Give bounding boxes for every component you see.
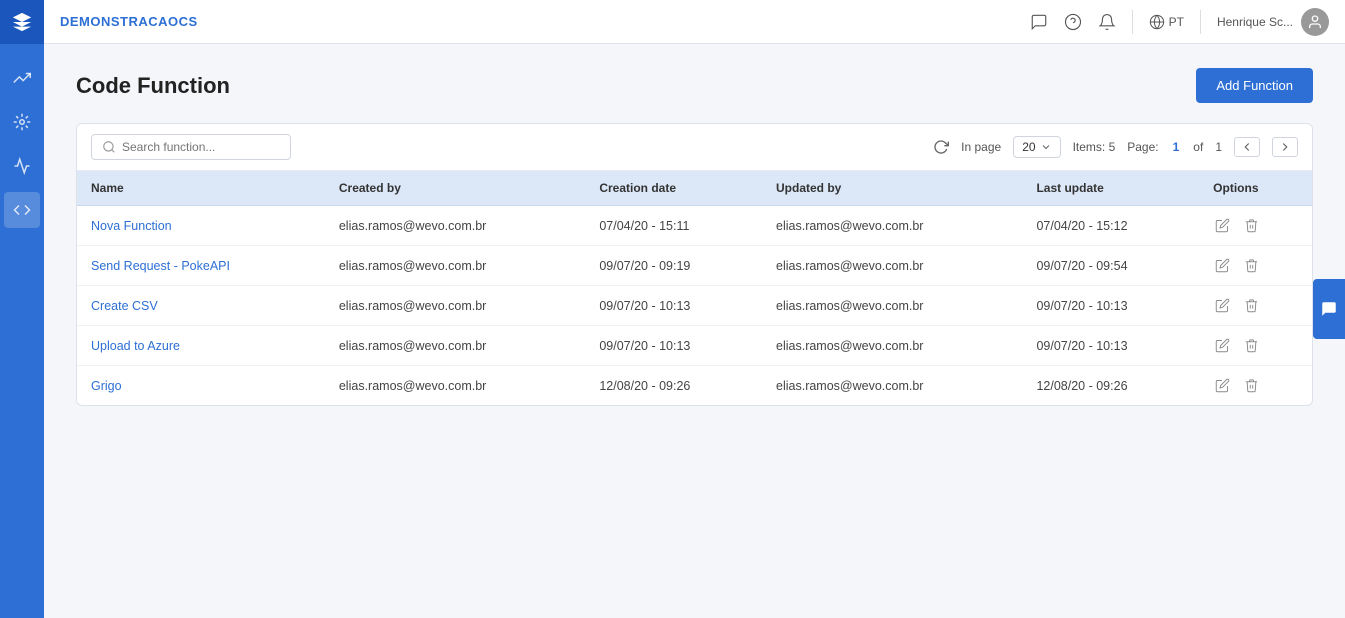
brand-link[interactable]: DEMONSTRACAOCS: [60, 14, 198, 29]
row-options: [1199, 326, 1312, 366]
delete-button[interactable]: [1242, 256, 1261, 275]
edit-button[interactable]: [1213, 296, 1232, 315]
table-row: Send Request - PokeAPI elias.ramos@wevo.…: [77, 246, 1312, 286]
row-last-update: 09/07/20 - 10:13: [1022, 286, 1199, 326]
current-page: 1: [1173, 140, 1180, 154]
row-options: [1199, 286, 1312, 326]
logo-button[interactable]: [0, 0, 44, 44]
search-input[interactable]: [122, 140, 280, 154]
edit-button[interactable]: [1213, 256, 1232, 275]
table-row: Grigo elias.ramos@wevo.com.br 12/08/20 -…: [77, 366, 1312, 406]
delete-button[interactable]: [1242, 296, 1261, 315]
edit-button[interactable]: [1213, 376, 1232, 395]
sidebar: [0, 0, 44, 618]
row-created-by: elias.ramos@wevo.com.br: [325, 326, 585, 366]
page-title: Code Function: [76, 73, 230, 99]
user-menu[interactable]: Henrique Sc...: [1217, 8, 1329, 36]
sidebar-item-routes[interactable]: [4, 148, 40, 184]
chat-widget[interactable]: [1313, 279, 1345, 339]
row-name[interactable]: Grigo: [77, 366, 325, 406]
col-options: Options: [1199, 171, 1312, 206]
divider: [1132, 10, 1133, 34]
per-page-selector[interactable]: 20: [1013, 136, 1060, 158]
language-selector[interactable]: PT: [1149, 14, 1184, 30]
table-row: Create CSV elias.ramos@wevo.com.br 09/07…: [77, 286, 1312, 326]
row-updated-by: elias.ramos@wevo.com.br: [762, 286, 1022, 326]
add-function-button[interactable]: Add Function: [1196, 68, 1313, 103]
row-name[interactable]: Send Request - PokeAPI: [77, 246, 325, 286]
row-last-update: 07/04/20 - 15:12: [1022, 206, 1199, 246]
row-creation-date: 09/07/20 - 10:13: [585, 326, 762, 366]
edit-button[interactable]: [1213, 216, 1232, 235]
prev-page-button[interactable]: [1234, 137, 1260, 157]
in-page-label: In page: [961, 140, 1001, 154]
total-pages: 1: [1215, 140, 1222, 154]
row-creation-date: 09/07/20 - 09:19: [585, 246, 762, 286]
delete-button[interactable]: [1242, 376, 1261, 395]
user-name: Henrique Sc...: [1217, 15, 1293, 29]
row-creation-date: 09/07/20 - 10:13: [585, 286, 762, 326]
main-content: DEMONSTRACAOCS PT Henrique Sc...: [44, 0, 1345, 618]
page-body: Code Function Add Function In page 20: [44, 44, 1345, 618]
delete-button[interactable]: [1242, 336, 1261, 355]
row-creation-date: 12/08/20 - 09:26: [585, 366, 762, 406]
row-created-by: elias.ramos@wevo.com.br: [325, 206, 585, 246]
row-name[interactable]: Create CSV: [77, 286, 325, 326]
row-name[interactable]: Nova Function: [77, 206, 325, 246]
row-created-by: elias.ramos@wevo.com.br: [325, 246, 585, 286]
notification-icon[interactable]: [1098, 13, 1116, 31]
table-row: Nova Function elias.ramos@wevo.com.br 07…: [77, 206, 1312, 246]
lang-label: PT: [1169, 15, 1184, 29]
page-of: of: [1193, 140, 1203, 154]
page-label: Page:: [1127, 140, 1158, 154]
row-updated-by: elias.ramos@wevo.com.br: [762, 246, 1022, 286]
topnav-icons: PT Henrique Sc...: [1030, 8, 1329, 36]
refresh-button[interactable]: [933, 139, 949, 155]
items-count: Items: 5: [1073, 140, 1116, 154]
col-creation-date: Creation date: [585, 171, 762, 206]
help-icon[interactable]: [1064, 13, 1082, 31]
col-created-by: Created by: [325, 171, 585, 206]
sidebar-item-code[interactable]: [4, 192, 40, 228]
next-page-button[interactable]: [1272, 137, 1298, 157]
topnav: DEMONSTRACAOCS PT Henrique Sc...: [44, 0, 1345, 44]
search-icon: [102, 140, 116, 154]
row-options: [1199, 246, 1312, 286]
table-row: Upload to Azure elias.ramos@wevo.com.br …: [77, 326, 1312, 366]
sidebar-nav: [4, 44, 40, 228]
edit-button[interactable]: [1213, 336, 1232, 355]
table-header-row: Name Created by Creation date Updated by…: [77, 171, 1312, 206]
row-created-by: elias.ramos@wevo.com.br: [325, 366, 585, 406]
row-name[interactable]: Upload to Azure: [77, 326, 325, 366]
row-updated-by: elias.ramos@wevo.com.br: [762, 326, 1022, 366]
delete-button[interactable]: [1242, 216, 1261, 235]
sidebar-item-analytics[interactable]: [4, 104, 40, 140]
col-last-update: Last update: [1022, 171, 1199, 206]
chat-icon[interactable]: [1030, 13, 1048, 31]
avatar: [1301, 8, 1329, 36]
col-updated-by: Updated by: [762, 171, 1022, 206]
functions-table: Name Created by Creation date Updated by…: [77, 171, 1312, 405]
row-last-update: 09/07/20 - 10:13: [1022, 326, 1199, 366]
row-updated-by: elias.ramos@wevo.com.br: [762, 366, 1022, 406]
search-box[interactable]: [91, 134, 291, 160]
table-container: In page 20 Items: 5 Page: 1 of 1: [76, 123, 1313, 406]
chevron-down-icon: [1040, 141, 1052, 153]
toolbar-right: In page 20 Items: 5 Page: 1 of 1: [933, 136, 1298, 158]
row-creation-date: 07/04/20 - 15:11: [585, 206, 762, 246]
row-options: [1199, 366, 1312, 406]
page-header: Code Function Add Function: [76, 68, 1313, 103]
row-last-update: 09/07/20 - 09:54: [1022, 246, 1199, 286]
per-page-value: 20: [1022, 140, 1035, 154]
row-created-by: elias.ramos@wevo.com.br: [325, 286, 585, 326]
sidebar-item-dashboard[interactable]: [4, 60, 40, 96]
table-toolbar: In page 20 Items: 5 Page: 1 of 1: [77, 124, 1312, 171]
col-name: Name: [77, 171, 325, 206]
divider2: [1200, 10, 1201, 34]
row-updated-by: elias.ramos@wevo.com.br: [762, 206, 1022, 246]
row-options: [1199, 206, 1312, 246]
row-last-update: 12/08/20 - 09:26: [1022, 366, 1199, 406]
